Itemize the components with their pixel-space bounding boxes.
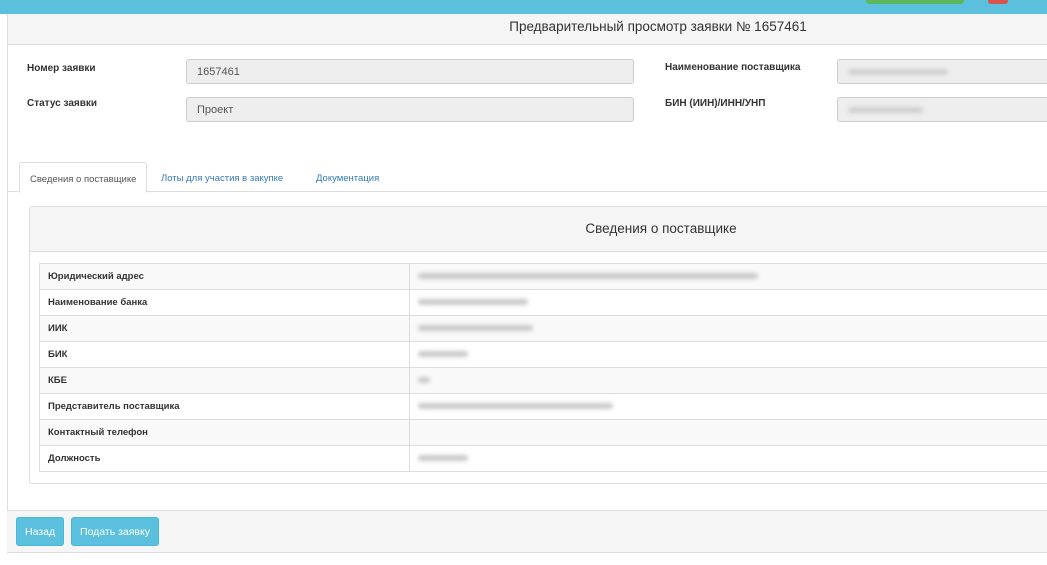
page-title: Предварительный просмотр заявки № 165746… <box>509 19 807 34</box>
row-label-contact-phone: Контактный телефон <box>39 419 410 446</box>
redacted-text <box>418 325 533 332</box>
redacted-text <box>418 273 758 280</box>
supplier-name-field[interactable] <box>837 59 1047 84</box>
row-value-bik <box>409 341 1047 368</box>
row-label-iik: ИИК <box>39 315 410 342</box>
top-navbar <box>0 0 1047 14</box>
row-value-iik <box>409 315 1047 342</box>
table-row: Юридический адрес <box>39 263 1047 290</box>
bin-field[interactable] <box>837 97 1047 122</box>
supplier-info-table: Юридический адрес Наименование банка ИИК… <box>39 263 1047 472</box>
row-value-position <box>409 445 1047 472</box>
redacted-text <box>848 69 948 75</box>
table-row: ИИК <box>39 315 1047 342</box>
row-label-legal-address: Юридический адрес <box>39 263 410 290</box>
row-label-bank-name: Наименование банка <box>39 289 410 316</box>
tab-documentation[interactable]: Документация <box>306 162 389 192</box>
status-field[interactable]: Проект <box>186 97 634 122</box>
table-row: Представитель поставщика <box>39 393 1047 420</box>
supplier-info-title: Сведения о поставщике <box>585 221 737 236</box>
redacted-text <box>418 299 528 306</box>
submit-application-button[interactable]: Подать заявку <box>71 517 159 546</box>
redacted-text <box>418 351 468 358</box>
top-action-button[interactable] <box>866 0 964 4</box>
tab-bar: Сведения о поставщике Лоты для участия в… <box>7 148 1047 193</box>
row-label-representative: Представитель поставщика <box>39 393 410 420</box>
row-label-kbe: КБЕ <box>39 367 410 394</box>
table-row: Контактный телефон <box>39 419 1047 446</box>
supplier-name-label: Наименование поставщика <box>665 62 801 73</box>
row-value-bank-name <box>409 289 1047 316</box>
bin-label: БИН (ИИН)/ИНН/УНП <box>665 98 766 109</box>
app-number-field[interactable]: 1657461 <box>186 59 634 84</box>
app-number-label: Номер заявки <box>27 63 96 74</box>
supplier-info-heading: Сведения о поставщике <box>30 207 1047 252</box>
redacted-text <box>848 107 923 113</box>
table-row: Должность <box>39 445 1047 472</box>
row-value-contact-phone <box>409 419 1047 446</box>
redacted-text <box>418 403 613 410</box>
tab-supplier-info[interactable]: Сведения о поставщике <box>19 162 148 193</box>
back-button[interactable]: Назад <box>16 517 65 546</box>
table-row: БИК <box>39 341 1047 368</box>
row-label-bik: БИК <box>39 341 410 368</box>
top-close-button[interactable] <box>988 0 1008 4</box>
table-row: Наименование банка <box>39 289 1047 316</box>
redacted-text <box>418 377 430 384</box>
row-value-kbe <box>409 367 1047 394</box>
status-label: Статус заявки <box>27 98 98 109</box>
panel-heading: Предварительный просмотр заявки № 165746… <box>8 14 1047 45</box>
redacted-text <box>418 455 468 462</box>
tab-lots[interactable]: Лоты для участия в закупке <box>151 162 293 192</box>
panel-footer <box>7 510 1047 553</box>
row-value-legal-address <box>409 263 1047 290</box>
row-label-position: Должность <box>39 445 410 472</box>
row-value-representative <box>409 393 1047 420</box>
table-row: КБЕ <box>39 367 1047 394</box>
